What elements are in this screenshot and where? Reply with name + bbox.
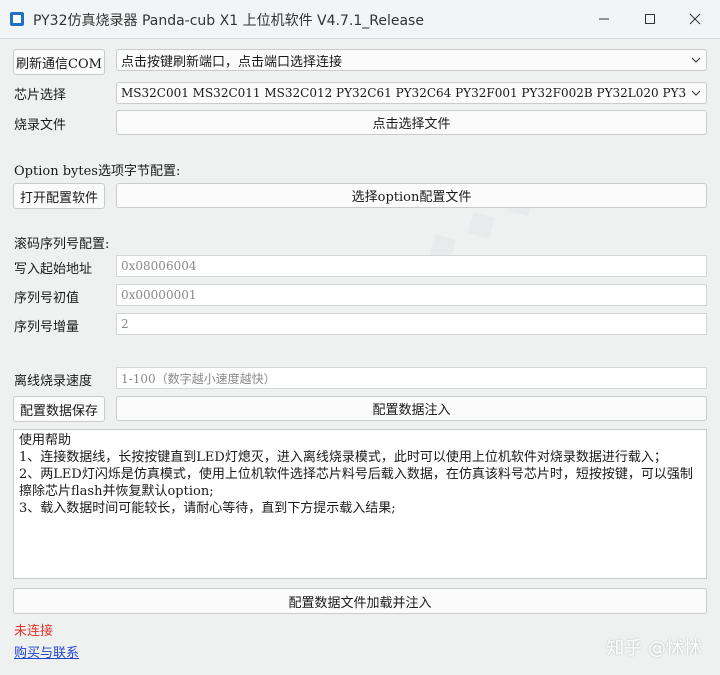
help-line: 1、连接数据线，长按按键直到LED灯熄灭，进入离线烧录模式，此时可以使用上位机软…: [19, 450, 667, 465]
buy-contact-link[interactable]: 购买与联系: [14, 642, 79, 661]
help-line: 2、两LED灯闪烁是仿真模式，使用上位机软件选择芯片料号后载入数据，在仿真该料号…: [19, 467, 693, 499]
select-option-file-button[interactable]: 选择option配置文件: [116, 183, 707, 208]
serial-step-input[interactable]: 2: [116, 313, 707, 335]
port-select[interactable]: 点击按键刷新端口，点击端口选择连接: [116, 49, 707, 71]
window-title: PY32仿真烧录器 Panda-cub X1 上位机软件 V4.7.1_Rele…: [33, 13, 424, 29]
chip-select-value: MS32C001 MS32C011 MS32C012 PY32C61 PY32C…: [121, 86, 686, 100]
app-icon: [10, 12, 24, 26]
port-select-value: 点击按键刷新端口，点击端口选择连接: [121, 54, 343, 70]
chip-select-label: 芯片选择: [14, 88, 67, 103]
watermark: 知乎 @怵怵: [606, 638, 702, 659]
option-bytes-heading: Option bytes选项字节配置:: [14, 164, 181, 179]
help-title: 使用帮助: [19, 433, 72, 448]
serial-config-heading: 滚码序列号配置:: [14, 237, 110, 252]
title-bar: PY32仿真烧录器 Panda-cub X1 上位机软件 V4.7.1_Rele…: [0, 0, 720, 39]
minimize-button[interactable]: [581, 0, 627, 38]
serial-initial-label: 序列号初值: [14, 291, 80, 306]
chip-select[interactable]: MS32C001 MS32C011 MS32C012 PY32C61 PY32C…: [116, 82, 707, 104]
close-button[interactable]: [672, 0, 718, 38]
close-icon: [689, 13, 701, 25]
maximize-icon: [645, 14, 655, 24]
start-address-input[interactable]: 0x08006004: [116, 255, 707, 277]
inject-config-button[interactable]: 配置数据注入: [116, 396, 707, 421]
chevron-down-icon: [686, 57, 706, 63]
help-line: 3、载入数据时间可能较长，请耐心等待，直到下方提示载入结果;: [19, 501, 396, 516]
chevron-down-icon: [686, 90, 706, 96]
serial-initial-input[interactable]: 0x00000001: [116, 284, 707, 306]
save-config-button[interactable]: 配置数据保存: [13, 396, 105, 422]
serial-step-label: 序列号增量: [14, 320, 80, 335]
help-textbox[interactable]: 使用帮助 1、连接数据线，长按按键直到LED灯熄灭，进入离线烧录模式，此时可以使…: [13, 429, 707, 579]
maximize-button[interactable]: [627, 0, 673, 38]
minimize-icon: [599, 18, 609, 20]
start-address-label: 写入起始地址: [14, 262, 93, 277]
open-config-tool-button[interactable]: 打开配置软件: [13, 183, 105, 209]
select-file-button[interactable]: 点击选择文件: [116, 110, 707, 135]
offline-speed-label: 离线烧录速度: [14, 374, 93, 389]
offline-speed-input[interactable]: 1-100（数字越小速度越快）: [116, 367, 707, 389]
load-and-inject-button[interactable]: 配置数据文件加载并注入: [13, 588, 707, 614]
connection-status: 未连接: [14, 624, 54, 639]
burn-file-label: 烧录文件: [14, 118, 67, 133]
refresh-com-button[interactable]: 刷新通信COM: [13, 49, 105, 75]
